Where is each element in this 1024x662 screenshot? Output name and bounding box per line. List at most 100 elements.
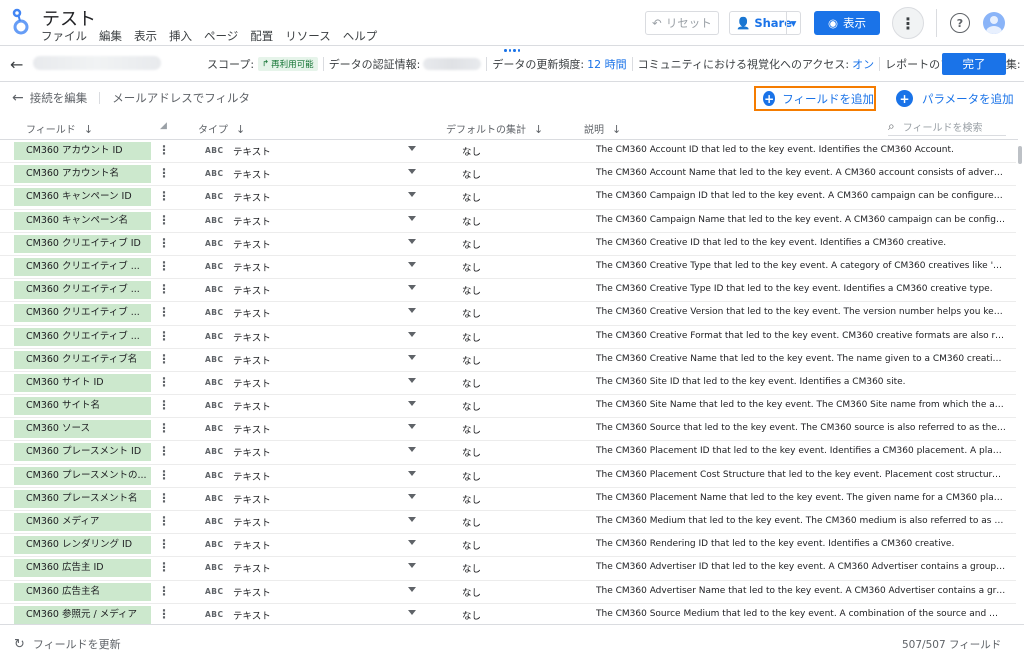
field-aggregation[interactable]: なし bbox=[462, 306, 481, 320]
field-description[interactable]: The CM360 Account ID that led to the key… bbox=[596, 145, 1006, 155]
chevron-down-icon[interactable] bbox=[408, 238, 416, 244]
chevron-down-icon[interactable] bbox=[408, 285, 416, 291]
table-row[interactable]: CM360 広告主 ID ⋮ ABC テキスト なし The CM360 Advertis… bbox=[0, 557, 1016, 581]
menu-item[interactable]: ファイル bbox=[41, 28, 87, 44]
field-name-chip[interactable]: CM360 アカウント ID bbox=[14, 142, 151, 160]
field-name-chip[interactable]: CM360 参照元 / メディア bbox=[14, 605, 151, 624]
field-aggregation[interactable]: なし bbox=[462, 376, 481, 390]
scope-chip[interactable]: ↱ 再利用可能 bbox=[258, 57, 318, 71]
field-aggregation[interactable]: なし bbox=[462, 283, 481, 297]
field-name-chip[interactable]: CM360 クリエイティブ名 bbox=[14, 350, 151, 369]
table-row[interactable]: CM360 ソース ⋮ ABC テキスト なし The CM360 Source that… bbox=[0, 418, 1016, 442]
field-name-chip[interactable]: CM360 クリエイティブ ID bbox=[14, 234, 151, 253]
field-type-select[interactable]: テキスト bbox=[233, 283, 271, 297]
field-name-chip[interactable]: CM360 メディア bbox=[14, 513, 151, 531]
chevron-down-icon[interactable] bbox=[408, 192, 416, 198]
field-description[interactable]: The CM360 Creative Version that led to t… bbox=[596, 307, 1006, 317]
field-type-select[interactable]: テキスト bbox=[233, 260, 271, 274]
field-aggregation[interactable]: なし bbox=[462, 538, 481, 552]
field-description[interactable]: The CM360 Rendering ID that led to the k… bbox=[596, 539, 1006, 549]
chevron-down-icon[interactable] bbox=[408, 354, 416, 360]
field-menu-icon[interactable]: ⋮ bbox=[158, 352, 170, 366]
field-type-select[interactable]: テキスト bbox=[233, 608, 271, 622]
table-row[interactable]: CM360 クリエイティブ ID ⋮ ABC テキスト なし The CM360 Crea… bbox=[0, 233, 1016, 256]
help-icon[interactable]: ? bbox=[950, 13, 970, 33]
field-name-chip[interactable]: CM360 アカウント名 bbox=[14, 165, 151, 184]
field-type-select[interactable]: テキスト bbox=[233, 306, 271, 320]
chevron-down-icon[interactable] bbox=[408, 586, 416, 592]
field-menu-icon[interactable]: ⋮ bbox=[158, 398, 170, 412]
field-name-chip[interactable]: CM360 プレースメントの... bbox=[14, 466, 151, 485]
freshness-value[interactable]: 12 時間 bbox=[587, 56, 627, 72]
field-menu-icon[interactable]: ⋮ bbox=[158, 444, 170, 458]
drag-handle-icon[interactable] bbox=[504, 49, 520, 53]
field-description[interactable]: The CM360 Campaign Name that led to the … bbox=[596, 215, 1006, 225]
field-menu-icon[interactable]: ⋮ bbox=[158, 166, 170, 180]
chevron-down-icon[interactable] bbox=[408, 377, 416, 383]
field-aggregation[interactable]: なし bbox=[462, 260, 481, 274]
field-description[interactable]: The CM360 Medium that led to the key eve… bbox=[596, 516, 1006, 526]
table-row[interactable]: CM360 アカウント ID ⋮ ABC テキスト なし The CM360 Accoun… bbox=[0, 140, 1016, 164]
field-menu-icon[interactable]: ⋮ bbox=[158, 305, 170, 319]
field-aggregation[interactable]: なし bbox=[462, 237, 481, 251]
add-parameter-button[interactable]: + パラメータを追加 bbox=[896, 90, 1014, 107]
field-aggregation[interactable]: なし bbox=[462, 422, 481, 436]
done-button[interactable]: 完了 bbox=[942, 53, 1006, 75]
field-aggregation[interactable]: なし bbox=[462, 469, 481, 483]
field-aggregation[interactable]: なし bbox=[462, 445, 481, 459]
field-aggregation[interactable]: なし bbox=[462, 330, 481, 344]
community-access-value[interactable]: オン bbox=[852, 56, 874, 72]
field-type-select[interactable]: テキスト bbox=[233, 353, 271, 367]
field-name-chip[interactable]: CM360 広告主 ID bbox=[14, 559, 151, 578]
field-description[interactable]: The CM360 Site Name that led to the key … bbox=[596, 400, 1006, 410]
table-row[interactable]: CM360 サイト ID ⋮ ABC テキスト なし The CM360 Site ID … bbox=[0, 372, 1016, 396]
table-row[interactable]: CM360 参照元 / メディア ⋮ ABC テキスト なし The CM360 Sour… bbox=[0, 604, 1016, 624]
field-description[interactable]: The CM360 Creative Format that led to th… bbox=[596, 331, 1006, 341]
chevron-down-icon[interactable] bbox=[408, 563, 416, 569]
field-description[interactable]: The CM360 Account Name that led to the k… bbox=[596, 168, 1006, 178]
field-type-select[interactable]: テキスト bbox=[233, 167, 271, 181]
field-type-select[interactable]: テキスト bbox=[233, 330, 271, 344]
back-arrow-icon[interactable]: ← bbox=[10, 55, 23, 74]
menu-item[interactable]: リソース bbox=[285, 28, 330, 44]
field-name-chip[interactable]: CM360 キャンペーン名 bbox=[14, 211, 151, 230]
field-name-chip[interactable]: CM360 クリエイティブ ... bbox=[14, 281, 151, 300]
field-type-select[interactable]: テキスト bbox=[233, 399, 271, 413]
chevron-down-icon[interactable] bbox=[408, 146, 416, 151]
field-search-input[interactable]: ⌕ フィールドを検索 bbox=[888, 118, 1006, 136]
table-row[interactable]: CM360 レンダリング ID ⋮ ABC テキスト なし The CM360 Rende… bbox=[0, 534, 1016, 558]
field-aggregation[interactable]: なし bbox=[462, 561, 481, 575]
chevron-down-icon[interactable] bbox=[408, 517, 416, 522]
field-name-chip[interactable]: CM360 キャンペーン ID bbox=[14, 188, 151, 207]
field-description[interactable]: The CM360 Source that led to the key eve… bbox=[596, 423, 1006, 433]
field-description[interactable]: The CM360 Creative Type that led to the … bbox=[596, 261, 1006, 271]
table-row[interactable]: CM360 クリエイティブ ... ⋮ ABC テキスト なし The CM360 Cre… bbox=[0, 302, 1016, 326]
field-type-select[interactable]: テキスト bbox=[233, 561, 271, 575]
table-row[interactable]: CM360 サイト名 ⋮ ABC テキスト なし The CM360 Site Name … bbox=[0, 395, 1016, 419]
reset-button[interactable]: ↶ リセット bbox=[645, 11, 719, 35]
field-menu-icon[interactable]: ⋮ bbox=[158, 375, 170, 389]
menu-item[interactable]: 編集 bbox=[99, 28, 122, 44]
chevron-down-icon[interactable] bbox=[408, 215, 416, 221]
field-aggregation[interactable]: なし bbox=[462, 399, 481, 413]
field-aggregation[interactable]: なし bbox=[462, 167, 481, 181]
aggregation-column-header[interactable]: デフォルトの集計 ↓ bbox=[446, 121, 543, 136]
field-aggregation[interactable]: なし bbox=[462, 585, 481, 599]
field-name-chip[interactable]: CM360 サイト名 bbox=[14, 397, 151, 416]
field-aggregation[interactable]: なし bbox=[462, 214, 481, 228]
table-row[interactable]: CM360 クリエイティブ名 ⋮ ABC テキスト なし The CM360 Creati… bbox=[0, 349, 1016, 372]
field-menu-icon[interactable]: ⋮ bbox=[158, 282, 170, 296]
menu-item[interactable]: 配置 bbox=[250, 28, 273, 44]
chevron-down-icon[interactable] bbox=[408, 169, 416, 175]
field-name-chip[interactable]: CM360 プレースメント名 bbox=[14, 489, 151, 508]
field-menu-icon[interactable]: ⋮ bbox=[158, 607, 170, 621]
share-dropdown-icon[interactable]: ▾ bbox=[786, 12, 800, 34]
chevron-down-icon[interactable] bbox=[408, 424, 416, 430]
table-row[interactable]: CM360 プレースメント ID ⋮ ABC テキスト なし The CM360 Plac… bbox=[0, 441, 1016, 465]
chevron-down-icon[interactable] bbox=[408, 331, 416, 337]
field-menu-icon[interactable]: ⋮ bbox=[158, 189, 170, 203]
chevron-down-icon[interactable] bbox=[408, 493, 416, 499]
chevron-down-icon[interactable] bbox=[408, 308, 416, 314]
field-menu-icon[interactable]: ⋮ bbox=[158, 213, 170, 227]
field-description[interactable]: The CM360 Advertiser ID that led to the … bbox=[596, 562, 1006, 572]
